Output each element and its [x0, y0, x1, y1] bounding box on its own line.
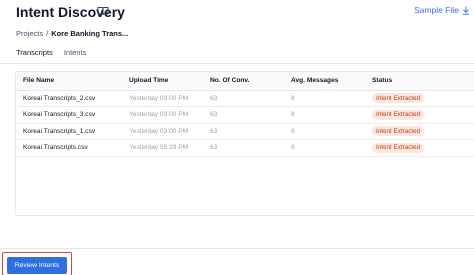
status-badge: Intent Extracted: [372, 93, 425, 104]
status-badge: Intent Extracted: [372, 142, 425, 153]
upload-time-cell: Yesterday 05:29 PM: [122, 139, 203, 157]
book-icon[interactable]: [97, 6, 109, 16]
status-cell: Intent Extracted: [365, 106, 474, 124]
breadcrumb-current: Kore Banking Trans...: [51, 29, 129, 38]
avg-messages-cell: 8: [284, 123, 365, 140]
file-name-cell: Koreai Transcripts_2.csv: [16, 90, 122, 107]
tabs-divider: [0, 63, 474, 64]
avg-messages-cell: 8: [284, 90, 365, 107]
status-badge: Intent Extracted: [372, 126, 425, 137]
download-icon[interactable]: [462, 6, 470, 15]
conversations-cell: 63: [203, 123, 284, 140]
table-header-row: File Name Upload Time No. Of Conv. Avg. …: [16, 72, 474, 90]
conversations-cell: 63: [203, 139, 284, 157]
avg-messages-cell: 8: [284, 106, 365, 124]
conversations-cell: 63: [203, 106, 284, 124]
conversations-cell: 63: [203, 90, 284, 107]
status-badge: Intent Extracted: [372, 109, 425, 120]
upload-time-cell: Yesterday 03:00 PM: [122, 106, 203, 124]
upload-time-cell: Yesterday 03:00 PM: [122, 90, 203, 107]
breadcrumb-separator: /: [46, 29, 49, 38]
transcripts-table: File Name Upload Time No. Of Conv. Avg. …: [15, 71, 474, 216]
tab-transcripts[interactable]: Transcripts: [16, 48, 53, 64]
column-header-avg-messages[interactable]: Avg. Messages: [284, 72, 365, 90]
breadcrumb-projects[interactable]: Projects: [16, 29, 43, 38]
upload-time-cell: Yesterday 03:00 PM: [122, 123, 203, 140]
column-header-status[interactable]: Status: [365, 72, 474, 90]
file-name-cell: Koreai Transcripts.csv: [16, 139, 122, 157]
file-name-cell: Koreai Transcripts_1.csv: [16, 123, 122, 140]
column-header-file-name[interactable]: File Name: [16, 72, 122, 90]
status-cell: Intent Extracted: [365, 123, 474, 140]
breadcrumb: Projects / Kore Banking Trans...: [16, 29, 128, 38]
table-row[interactable]: Koreai Transcripts_3.csv Yesterday 03:00…: [16, 106, 474, 124]
column-header-conversations[interactable]: No. Of Conv.: [203, 72, 284, 90]
avg-messages-cell: 8: [284, 139, 365, 157]
tab-intents[interactable]: Intents: [64, 48, 87, 64]
column-header-upload-time[interactable]: Upload Time: [122, 72, 203, 90]
sample-file-link[interactable]: Sample File: [414, 5, 470, 15]
table-row[interactable]: Koreai Transcripts_2.csv Yesterday 03:00…: [16, 90, 474, 107]
table-row[interactable]: Koreai Transcripts.csv Yesterday 05:29 P…: [16, 139, 474, 157]
sample-file-label[interactable]: Sample File: [414, 5, 459, 15]
table-row[interactable]: Koreai Transcripts_1.csv Yesterday 03:00…: [16, 123, 474, 140]
footer-divider: [0, 248, 474, 249]
status-cell: Intent Extracted: [365, 139, 474, 157]
file-name-cell: Koreai Transcripts_3.csv: [16, 106, 122, 124]
review-intents-button[interactable]: Review Intents: [7, 257, 67, 274]
status-cell: Intent Extracted: [365, 90, 474, 107]
tab-bar: Transcripts Intents: [16, 48, 97, 64]
